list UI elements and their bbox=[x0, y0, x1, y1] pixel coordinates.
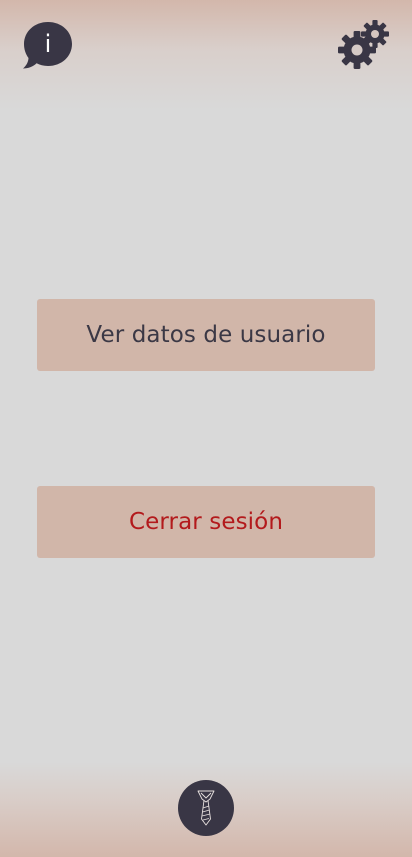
info-button[interactable]: i bbox=[22, 21, 74, 71]
logout-button[interactable]: Cerrar sesión bbox=[37, 486, 375, 558]
info-glyph: i bbox=[45, 30, 52, 58]
info-speech-bubble-icon: i bbox=[23, 22, 72, 69]
tie-icon bbox=[197, 790, 215, 826]
view-user-data-label: Ver datos de usuario bbox=[86, 322, 326, 348]
settings-button[interactable] bbox=[338, 18, 392, 70]
logout-label: Cerrar sesión bbox=[128, 509, 284, 535]
gears-icon bbox=[338, 20, 389, 69]
view-user-data-button[interactable]: Ver datos de usuario bbox=[37, 299, 375, 371]
home-logo-button[interactable] bbox=[178, 780, 234, 836]
